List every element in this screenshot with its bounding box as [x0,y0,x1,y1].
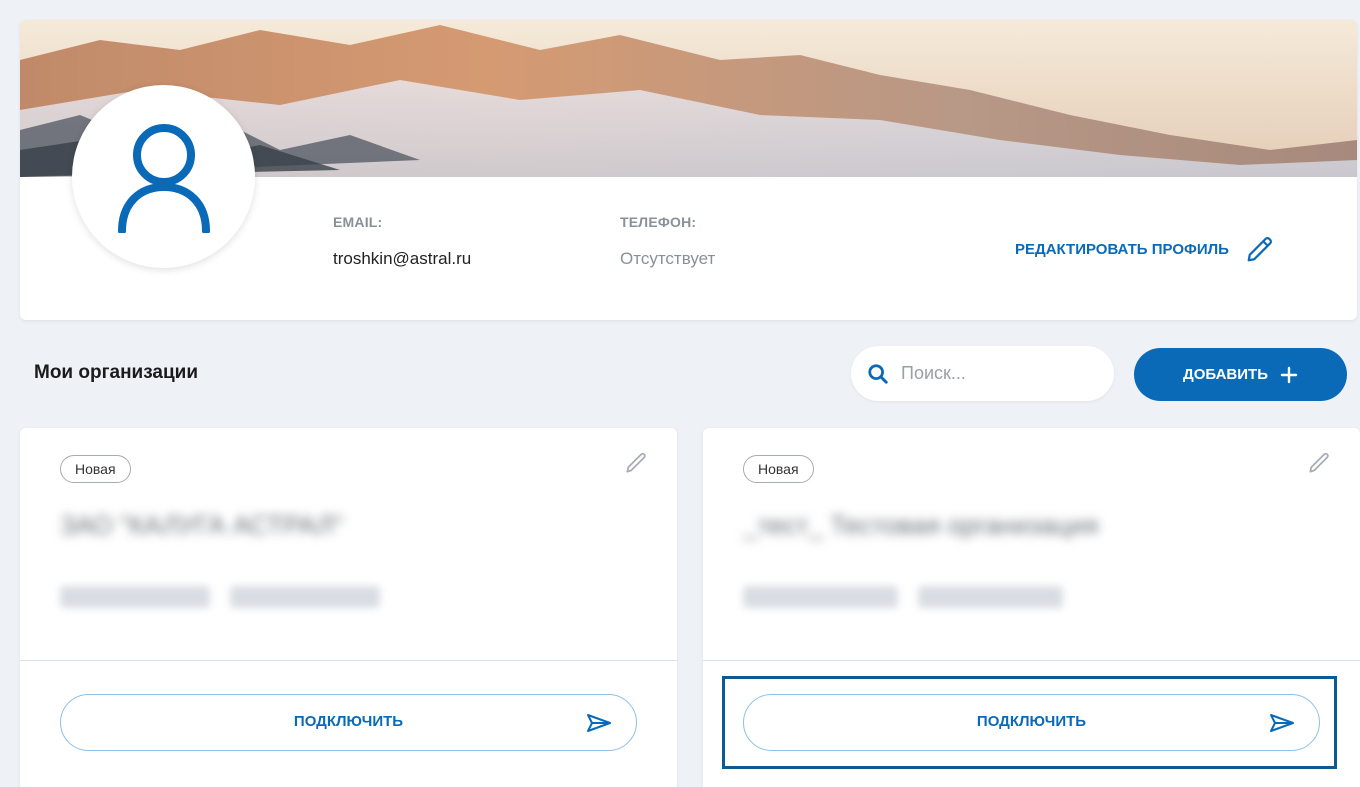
edit-profile-button[interactable]: РЕДАКТИРОВАТЬ ПРОФИЛЬ [1015,234,1275,264]
search-box[interactable] [851,346,1114,401]
phone-value: Отсутствует [620,249,716,268]
connect-button[interactable]: ПОДКЛЮЧИТЬ [60,694,637,751]
organization-card: Новая ЗАО "КАЛУГА АСТРАЛ" ПОДКЛЮЧИТЬ [20,428,677,787]
edit-organization-button[interactable] [1306,450,1332,481]
profile-card: EMAIL: troshkin@astral.ru ТЕЛЕФОН: Отсут… [20,20,1357,320]
organization-card: Новая _тест_ Тестовая организация ПОДКЛЮ… [703,428,1360,787]
card-divider [703,660,1360,661]
email-value: troshkin@astral.ru [333,249,472,268]
edit-profile-label: РЕДАКТИРОВАТЬ ПРОФИЛЬ [1015,240,1229,258]
connect-button-label: ПОДКЛЮЧИТЬ [293,713,404,730]
organization-name: _тест_ Тестовая организация [743,510,1099,540]
organization-name: ЗАО "КАЛУГА АСТРАЛ" [60,510,344,540]
pencil-icon [1309,452,1329,473]
edit-organization-button[interactable] [623,450,649,481]
card-divider [20,660,677,661]
search-input[interactable] [901,363,1091,384]
connect-button[interactable]: ПОДКЛЮЧИТЬ [743,694,1320,751]
status-badge: Новая [60,455,131,483]
send-icon [1270,714,1294,732]
status-badge: Новая [743,455,814,483]
pencil-icon [1247,237,1272,262]
add-button-label: ДОБАВИТЬ [1183,366,1268,383]
organization-details [60,586,380,608]
organization-details [743,586,1063,608]
user-icon [117,123,210,233]
connect-button-label: ПОДКЛЮЧИТЬ [976,713,1087,730]
organizations-title: Мои организации [34,362,199,383]
send-icon [587,714,611,732]
avatar [72,85,255,268]
pencil-icon [626,452,646,473]
add-organization-button[interactable]: ДОБАВИТЬ [1134,348,1347,401]
search-icon [868,363,888,384]
plus-icon [1280,366,1298,383]
email-label: EMAIL: [333,214,383,230]
phone-label: ТЕЛЕФОН: [620,214,697,230]
